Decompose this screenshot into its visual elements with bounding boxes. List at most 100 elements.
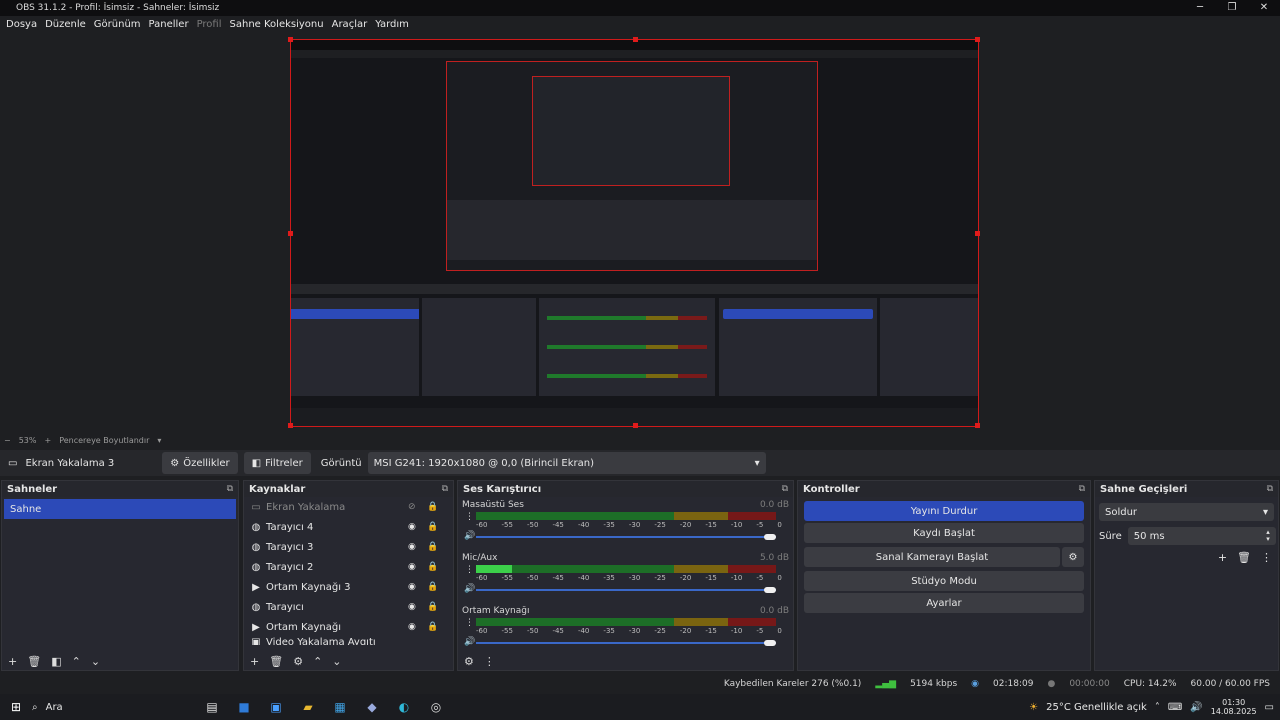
add-icon[interactable]: + bbox=[1218, 551, 1227, 564]
add-icon[interactable]: + bbox=[8, 655, 17, 668]
spin-arrows-icon[interactable]: ▴ ▾ bbox=[1266, 529, 1270, 543]
zoom-in-button[interactable]: + bbox=[44, 436, 51, 445]
restore-icon[interactable]: ❐ bbox=[1216, 0, 1248, 16]
resize-handle[interactable] bbox=[975, 423, 980, 428]
menu-sahne-koleksiyonu[interactable]: Sahne Koleksiyonu bbox=[230, 19, 324, 30]
menu-yardim[interactable]: Yardım bbox=[375, 19, 409, 30]
filters-button[interactable]: ◧ Filtreler bbox=[243, 452, 311, 474]
transition-select[interactable]: Soldur ▾ bbox=[1099, 503, 1274, 521]
eye-icon[interactable]: ◉ bbox=[408, 562, 416, 572]
source-item[interactable]: ▣ Video Yakalama Aygıtı bbox=[244, 637, 453, 645]
move-down-icon[interactable]: ⌄ bbox=[91, 655, 100, 668]
menu-dots-icon[interactable]: ⋮ bbox=[484, 655, 495, 668]
scene-item[interactable]: Sahne bbox=[4, 499, 236, 519]
volume-slider[interactable] bbox=[476, 587, 776, 593]
dock-float-icon[interactable]: ⧉ bbox=[782, 484, 788, 494]
studio-mode-button[interactable]: Stüdyo Modu bbox=[804, 571, 1084, 591]
resize-handle[interactable] bbox=[975, 231, 980, 236]
windows-start-icon[interactable]: ⊞ bbox=[6, 697, 26, 717]
notification-icon[interactable]: ▭ bbox=[1265, 702, 1274, 713]
move-up-icon[interactable]: ⌃ bbox=[313, 655, 322, 668]
lock-icon[interactable]: 🔒 bbox=[427, 542, 438, 552]
properties-button[interactable]: ⚙ Özellikler bbox=[162, 452, 238, 474]
menu-gorunum[interactable]: Görünüm bbox=[94, 19, 141, 30]
keyboard-icon[interactable]: ⌨ bbox=[1168, 702, 1182, 713]
fit-to-window-label[interactable]: Pencereye Boyutlandır bbox=[59, 436, 149, 445]
start-virtual-camera-button[interactable]: Sanal Kamerayı Başlat bbox=[804, 547, 1060, 567]
start-recording-button[interactable]: Kaydı Başlat bbox=[804, 523, 1084, 543]
eye-icon[interactable]: ◉ bbox=[408, 522, 416, 532]
visibility-hidden-icon[interactable]: ⊘ bbox=[408, 502, 416, 512]
clock[interactable]: 01:30 14.08.2025 bbox=[1211, 698, 1257, 716]
lock-icon[interactable]: 🔒 bbox=[427, 582, 438, 592]
volume-slider[interactable] bbox=[476, 640, 776, 646]
dock-float-icon[interactable]: ⧉ bbox=[442, 484, 448, 494]
outlook-icon[interactable]: ■ bbox=[234, 697, 254, 717]
resize-handle[interactable] bbox=[288, 37, 293, 42]
obs-icon[interactable]: ◎ bbox=[426, 697, 446, 717]
source-item[interactable]: ▶ Ortam Kaynağı 3 ◉ 🔒 bbox=[244, 577, 453, 597]
weather-text[interactable]: 25°C Genellikle açık bbox=[1046, 702, 1147, 713]
dock-float-icon[interactable]: ⧉ bbox=[1267, 484, 1273, 494]
filter-icon[interactable]: ◧ bbox=[51, 655, 61, 668]
mixer-settings-icon[interactable]: ⚙ bbox=[464, 655, 474, 668]
minimize-icon[interactable]: ─ bbox=[1184, 0, 1216, 16]
trash-icon[interactable]: 🗑 bbox=[27, 655, 41, 668]
menu-profil[interactable]: Profil bbox=[197, 19, 222, 30]
stop-stream-button[interactable]: Yayını Durdur bbox=[804, 501, 1084, 521]
volume-slider-handle[interactable] bbox=[764, 640, 776, 646]
menu-dots-icon[interactable]: ⋮ bbox=[1261, 551, 1272, 564]
resize-handle[interactable] bbox=[633, 423, 638, 428]
edge-icon[interactable]: ◐ bbox=[394, 697, 414, 717]
eye-icon[interactable]: ◉ bbox=[408, 622, 416, 632]
chevron-up-icon[interactable]: ˄ bbox=[1155, 702, 1160, 713]
menu-araclar[interactable]: Araçlar bbox=[332, 19, 368, 30]
volume-slider[interactable] bbox=[476, 534, 776, 540]
speaker-icon[interactable]: 🔊 bbox=[464, 531, 475, 541]
menu-dosya[interactable]: Dosya bbox=[6, 19, 37, 30]
chevron-down-icon[interactable]: ▾ bbox=[157, 436, 161, 445]
source-item[interactable]: ◍ Tarayıcı 3 ◉ 🔒 bbox=[244, 537, 453, 557]
speaker-icon[interactable]: 🔊 bbox=[464, 637, 475, 647]
resize-handle[interactable] bbox=[975, 37, 980, 42]
trash-icon[interactable]: 🗑 bbox=[269, 655, 283, 668]
gear-icon[interactable]: ⚙ bbox=[1062, 547, 1084, 567]
duration-spinbox[interactable]: 50 ms ▴ ▾ bbox=[1127, 527, 1276, 545]
store-icon[interactable]: ▣ bbox=[266, 697, 286, 717]
menu-dots-icon[interactable]: ⋮ bbox=[465, 618, 474, 628]
menu-dots-icon[interactable]: ⋮ bbox=[465, 565, 474, 575]
calculator-icon[interactable]: ▦ bbox=[330, 697, 350, 717]
menu-dots-icon[interactable]: ⋮ bbox=[465, 512, 474, 522]
menu-duzenle[interactable]: Düzenle bbox=[45, 19, 86, 30]
speaker-icon[interactable]: 🔊 bbox=[464, 584, 475, 594]
app-icon[interactable]: ◆ bbox=[362, 697, 382, 717]
display-select[interactable]: MSI G241: 1920x1080 @ 0,0 (Birincil Ekra… bbox=[367, 452, 766, 474]
folder-icon[interactable]: ▰ bbox=[298, 697, 318, 717]
lock-icon[interactable]: 🔒 bbox=[427, 562, 438, 572]
source-item[interactable]: ◍ Tarayıcı 4 ◉ 🔒 bbox=[244, 517, 453, 537]
source-item[interactable]: ◍ Tarayıcı ◉ 🔒 bbox=[244, 597, 453, 617]
add-icon[interactable]: + bbox=[250, 655, 259, 668]
move-up-icon[interactable]: ⌃ bbox=[72, 655, 81, 668]
preview-canvas[interactable] bbox=[288, 37, 980, 428]
eye-icon[interactable]: ◉ bbox=[408, 542, 416, 552]
resize-handle[interactable] bbox=[288, 231, 293, 236]
eye-icon[interactable]: ◉ bbox=[408, 582, 416, 592]
lock-icon[interactable]: 🔒 bbox=[427, 502, 438, 512]
source-item[interactable]: ◍ Tarayıcı 2 ◉ 🔒 bbox=[244, 557, 453, 577]
zoom-out-button[interactable]: − bbox=[4, 436, 11, 445]
gear-icon[interactable]: ⚙ bbox=[293, 655, 303, 668]
eye-icon[interactable]: ◉ bbox=[408, 602, 416, 612]
dock-float-icon[interactable]: ⧉ bbox=[227, 484, 233, 494]
move-down-icon[interactable]: ⌄ bbox=[332, 655, 341, 668]
source-item[interactable]: ▶ Ortam Kaynağı ◉ 🔒 bbox=[244, 617, 453, 637]
close-icon[interactable]: ✕ bbox=[1248, 0, 1280, 16]
lock-icon[interactable]: 🔒 bbox=[427, 622, 438, 632]
menu-paneller[interactable]: Paneller bbox=[149, 19, 189, 30]
resize-handle[interactable] bbox=[288, 423, 293, 428]
lock-icon[interactable]: 🔒 bbox=[427, 602, 438, 612]
resize-handle[interactable] bbox=[633, 37, 638, 42]
trash-icon[interactable]: 🗑 bbox=[1237, 551, 1251, 564]
task-view-icon[interactable]: ▤ bbox=[202, 697, 222, 717]
taskbar-search[interactable]: ⌕ Ara bbox=[32, 702, 192, 713]
